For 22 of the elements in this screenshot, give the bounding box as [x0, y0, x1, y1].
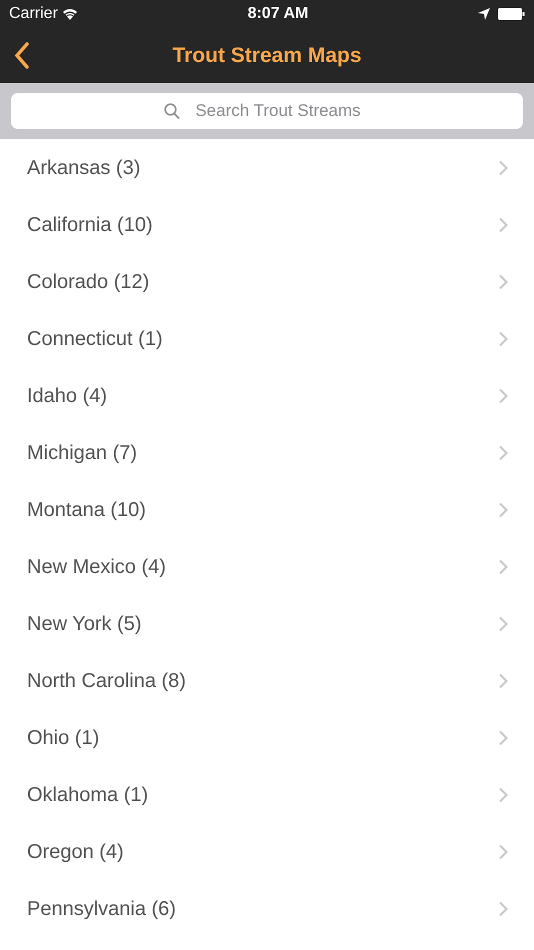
chevron-icon — [498, 216, 508, 232]
chevron-icon — [498, 444, 508, 460]
chevron-icon — [498, 900, 508, 916]
chevron-icon — [498, 330, 508, 346]
nav-title: Trout Stream Maps — [172, 42, 362, 69]
search-field[interactable]: Search Trout Streams — [11, 93, 523, 129]
back-button[interactable] — [14, 42, 30, 69]
chevron-icon — [498, 672, 508, 688]
clock-time: 8:07 AM — [248, 4, 308, 24]
chevron-icon — [498, 502, 508, 518]
carrier-label: Carrier — [9, 4, 58, 24]
chevron-icon — [498, 730, 508, 746]
chevron-icon — [498, 844, 508, 860]
chevron-icon — [498, 274, 508, 290]
chevron-icon — [498, 388, 508, 404]
chevron-icon — [498, 160, 508, 176]
wifi-icon — [62, 8, 78, 20]
location-arrow-icon — [478, 8, 490, 20]
chevron-icon — [498, 558, 508, 574]
battery-icon — [498, 8, 525, 20]
chevron-icon — [498, 616, 508, 632]
chevron-icon — [498, 786, 508, 802]
